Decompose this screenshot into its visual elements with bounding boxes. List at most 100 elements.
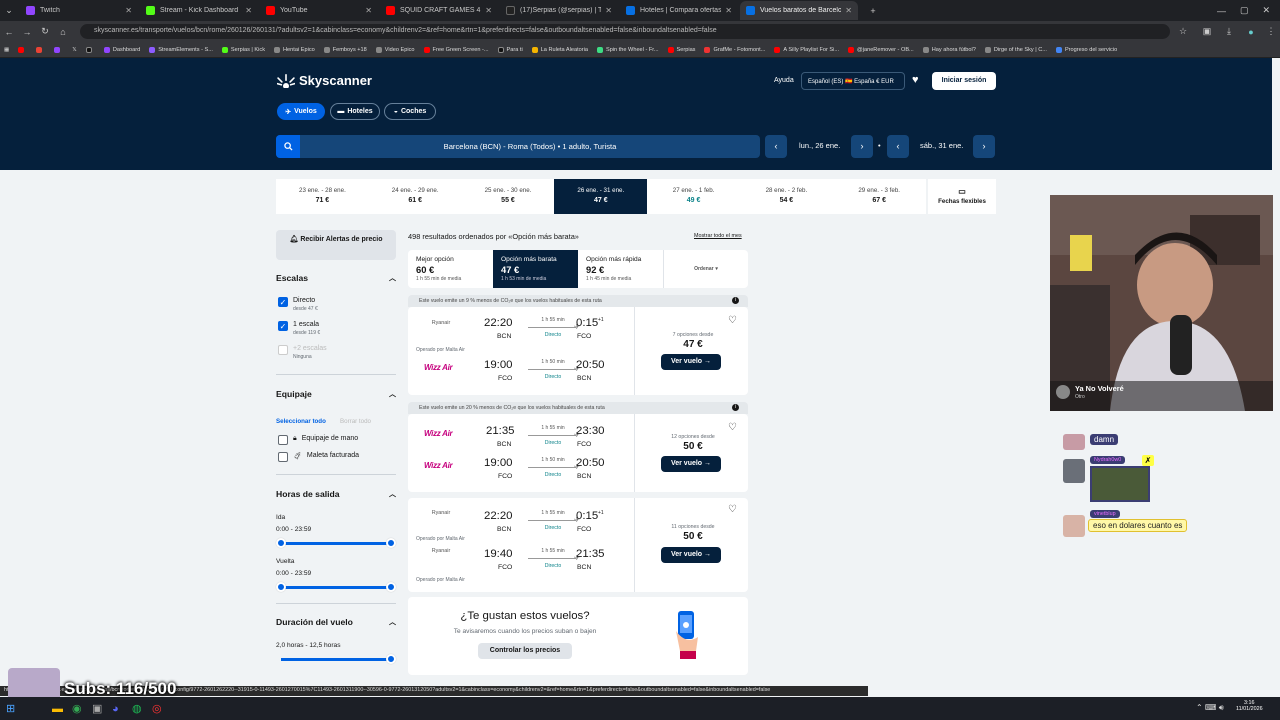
save-flight-heart-icon[interactable]: ♡ xyxy=(728,315,737,326)
info-icon[interactable]: i xyxy=(732,404,739,411)
spotify-icon[interactable]: ◍ xyxy=(132,702,152,715)
slider-handle[interactable] xyxy=(386,654,396,664)
view-flight-button[interactable]: Ver vuelo → xyxy=(661,456,721,472)
select-all-link[interactable]: Seleccionar todo xyxy=(276,418,326,425)
tab-twitch[interactable]: Twitch ✕ xyxy=(20,1,138,20)
help-link[interactable]: Ayuda xyxy=(774,77,794,84)
close-tab-icon[interactable]: ✕ xyxy=(245,6,252,15)
bookmark-item[interactable]: Hay ahora fútbol? xyxy=(922,46,976,53)
tab-hoteles-mode[interactable]: ▬ Hoteles xyxy=(330,103,380,120)
tab-kick[interactable]: Stream - Kick Dashboard ✕ xyxy=(140,1,258,20)
bookmark-item[interactable]: Video Epico xyxy=(375,46,415,53)
url-input[interactable]: skyscanner.es/transporte/vuelos/bcn/rome… xyxy=(80,24,1170,39)
stops-header[interactable]: Escalas ︿ xyxy=(276,273,396,283)
departure-times-header[interactable]: Horas de salida ︿ xyxy=(276,489,396,499)
chrome-icon[interactable]: ◉ xyxy=(72,702,92,715)
date-option[interactable]: 25 ene. - 30 ene. 55 € xyxy=(462,179,555,214)
bookmark-x-icon[interactable]: 𝕏 xyxy=(72,47,77,53)
bookmark-item[interactable]: Para ti xyxy=(497,46,523,53)
outbound-time-slider[interactable] xyxy=(281,542,391,545)
date-option[interactable]: 28 ene. - 2 feb. 54 € xyxy=(740,179,833,214)
stops-one-checkbox[interactable]: ✓ 1 escala desde 119 € xyxy=(278,321,320,336)
new-tab-icon[interactable]: + xyxy=(864,6,882,16)
sort-best[interactable]: Mejor opción 60 €1 h 55 min de media xyxy=(408,250,493,288)
bookmark-item[interactable]: Spin the Wheel - Fr... xyxy=(596,46,659,53)
slider-handle[interactable] xyxy=(386,582,396,592)
date-option-selected[interactable]: 26 ene. - 31 ene. 47 € xyxy=(554,179,648,214)
app-icon[interactable]: ▣ xyxy=(92,702,112,715)
bookmark-item[interactable]: Dashboard xyxy=(103,46,140,53)
obs-icon[interactable]: ◎ xyxy=(152,702,172,715)
bookmark-item[interactable]: GrafMe - Fotomont... xyxy=(704,46,765,53)
skyscanner-logo[interactable]: Skyscanner xyxy=(277,73,372,88)
discord-icon[interactable]: ◕ xyxy=(112,703,132,715)
home-icon[interactable]: ⌂ xyxy=(54,27,72,37)
view-flight-button[interactable]: Ver vuelo → xyxy=(661,547,721,563)
tray-icons[interactable]: ⌃ ⌨ 🔊︎ xyxy=(1196,703,1224,713)
return-next-button[interactable]: › xyxy=(973,135,995,158)
favorites-heart-icon[interactable]: ♥ xyxy=(912,74,919,86)
extensions-icon[interactable]: ▣ xyxy=(1198,26,1216,37)
depart-date[interactable]: lun., 26 ene. xyxy=(799,141,840,150)
flight-card[interactable]: Ryanair 22:20 BCN 1 h 55 min ✈ Directo 0… xyxy=(408,307,748,395)
date-option[interactable]: 23 ene. - 28 ene. 71 € xyxy=(276,179,369,214)
bookmark-item[interactable]: Femboys +18 xyxy=(323,46,367,53)
tab-squid-craft[interactable]: SQUID CRAFT GAMES 4: POV D✕ xyxy=(380,1,498,20)
stops-two-plus-checkbox[interactable]: +2 escalas Ninguna xyxy=(278,345,327,360)
return-date[interactable]: sáb., 31 ene. xyxy=(920,141,963,150)
date-option[interactable]: 24 ene. - 29 ene. 61 € xyxy=(369,179,462,214)
downloads-icon[interactable]: ⤓ xyxy=(1220,26,1238,37)
bookmark-item[interactable]: A Silly Playlist For Si... xyxy=(774,46,839,53)
bookmark-youtube-icon[interactable] xyxy=(18,46,27,53)
sort-fastest[interactable]: Opción más rápida 92 €1 h 45 min de media xyxy=(578,250,663,288)
bookmark-item[interactable]: Serpias | Kick xyxy=(221,46,265,53)
show-month-link[interactable]: Mostrar todo el mes xyxy=(694,233,742,239)
sort-cheapest[interactable]: Opción más barata 47 €1 h 53 min de media xyxy=(493,250,578,288)
slider-handle[interactable] xyxy=(276,538,286,548)
bookmark-item[interactable]: La Ruleta Aleatoria xyxy=(531,46,588,53)
price-alert-button[interactable]: 🔔︎ Recibir Alertas de precio xyxy=(276,230,396,260)
close-window-icon[interactable]: ✕ xyxy=(1262,5,1270,16)
view-flight-button[interactable]: Ver vuelo → xyxy=(661,354,721,370)
slider-handle[interactable] xyxy=(386,538,396,548)
close-tab-icon[interactable]: ✕ xyxy=(605,6,612,15)
close-tab-icon[interactable]: ✕ xyxy=(365,6,372,15)
date-option[interactable]: 29 ene. - 3 feb. 67 € xyxy=(833,179,926,214)
stops-direct-checkbox[interactable]: ✓ Directo desde 47 € xyxy=(278,297,318,312)
forward-icon[interactable]: → xyxy=(18,27,36,37)
minimize-icon[interactable]: — xyxy=(1217,6,1226,16)
reload-icon[interactable]: ↻ xyxy=(36,26,54,37)
bookmark-item[interactable]: Serpias xyxy=(667,46,695,53)
close-tab-icon[interactable]: ✕ xyxy=(125,6,132,15)
tab-vuelos[interactable]: Vuelos baratos de Barcelona a✕ xyxy=(740,1,858,20)
tab-vuelos-mode[interactable]: ✈ Vuelos xyxy=(277,103,325,120)
search-icon[interactable] xyxy=(276,135,300,158)
search-summary-bar[interactable]: Barcelona (BCN) - Roma (Todos) • 1 adult… xyxy=(276,135,760,158)
tab-hoteles[interactable]: Hoteles | Compara ofertas de h✕ xyxy=(620,1,738,20)
folder-icon[interactable]: ▬ xyxy=(52,703,72,715)
cabin-bag-checkbox[interactable]: 🔒︎ Equipaje de mano xyxy=(278,435,358,445)
bookmark-twitch-icon[interactable] xyxy=(54,46,63,53)
locale-button[interactable]: Español (ES) 🇪🇸 España € EUR xyxy=(801,72,905,90)
maximize-icon[interactable]: ▢ xyxy=(1240,5,1249,16)
slider-handle[interactable] xyxy=(276,582,286,592)
duration-slider[interactable] xyxy=(281,658,391,661)
clock[interactable]: 3:16 11/01/2026 xyxy=(1236,700,1263,712)
flight-card[interactable]: Wizz Air 21:35 BCN 1 h 55 min ✈ Directo … xyxy=(408,414,748,492)
clear-all-link[interactable]: Borrar todo xyxy=(340,418,371,425)
apps-icon[interactable]: ▦ xyxy=(4,47,9,53)
close-tab-icon[interactable]: ✕ xyxy=(725,6,732,15)
track-prices-button[interactable]: Controlar los precios xyxy=(478,643,572,659)
close-tab-icon[interactable]: ✕ xyxy=(845,6,852,15)
order-dropdown[interactable]: Ordenar ▾ xyxy=(663,250,748,288)
info-icon[interactable]: i xyxy=(732,297,739,304)
date-option[interactable]: 27 ene. - 1 feb. 49 € xyxy=(647,179,740,214)
bookmark-star-icon[interactable]: ☆ xyxy=(1174,26,1192,37)
bookmark-gmail-icon[interactable] xyxy=(36,46,45,53)
close-tab-icon[interactable]: ✕ xyxy=(485,6,492,15)
login-button[interactable]: Iniciar sesión xyxy=(932,72,996,90)
bookmark-item[interactable]: StreamElements - S... xyxy=(149,46,213,53)
bookmark-item[interactable]: Dirge of the Sky | C... xyxy=(984,46,1047,53)
bookmark-item[interactable]: Free Green Screen -... xyxy=(423,46,489,53)
luggage-header[interactable]: Equipaje ︿ xyxy=(276,389,396,399)
